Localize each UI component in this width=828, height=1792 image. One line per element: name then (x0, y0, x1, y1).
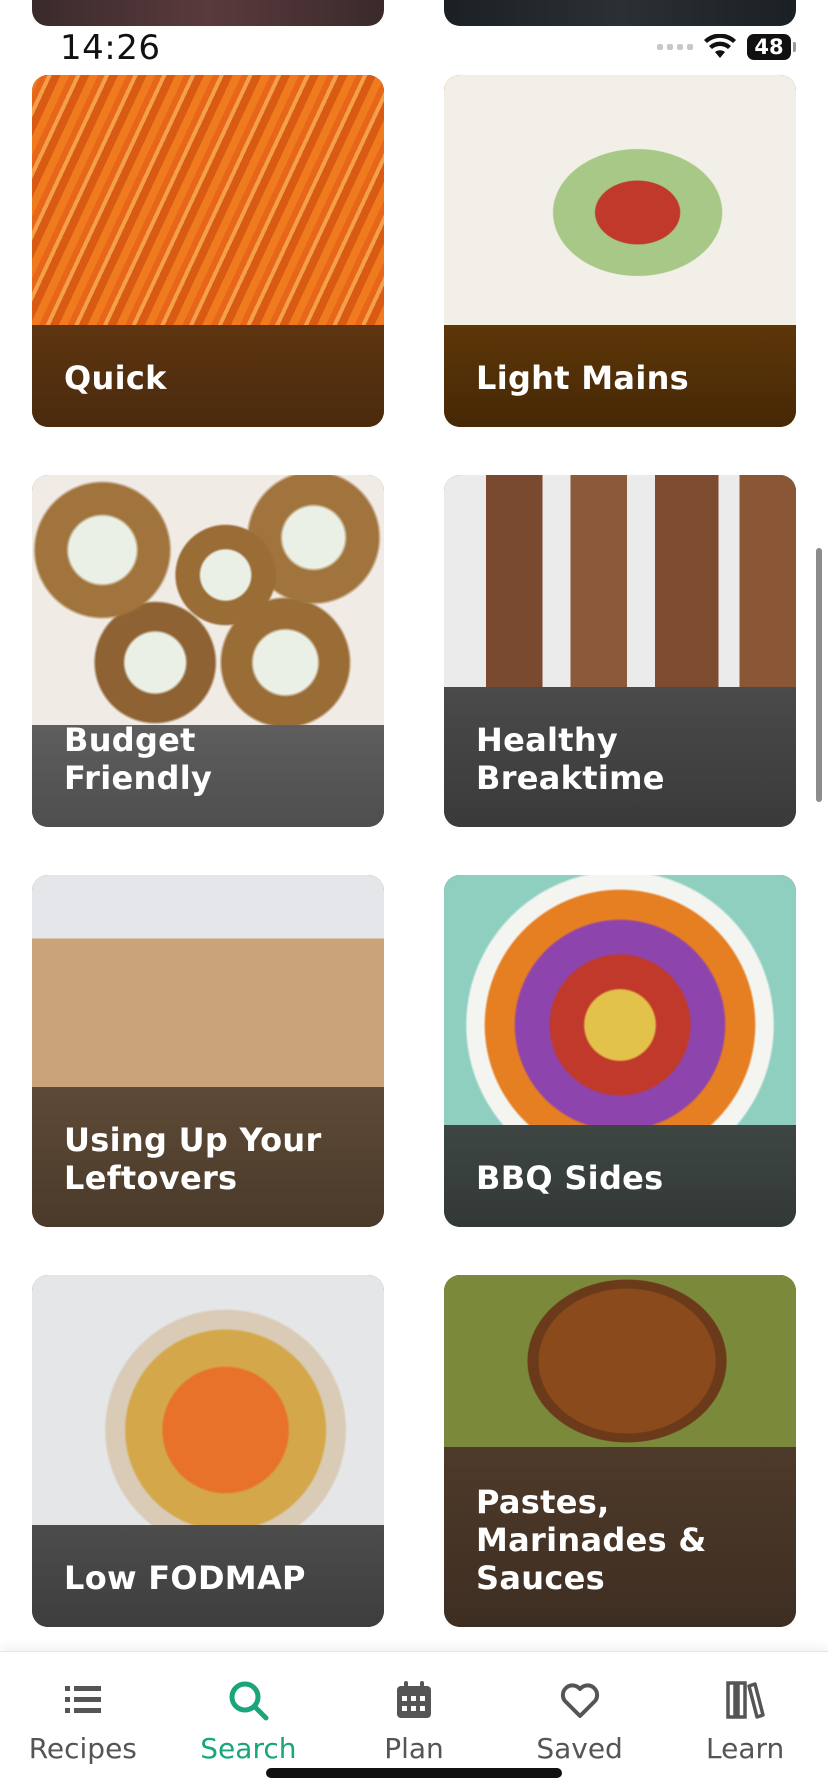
status-icons: 48 (657, 34, 796, 60)
category-image-hasselback-potatoes (32, 475, 384, 725)
category-tile-quick[interactable]: Quick (32, 75, 384, 427)
category-label-band: Low FODMAP (32, 1525, 384, 1627)
category-label: Using Up Your Leftovers (64, 1121, 322, 1197)
category-tile-pastes-marinades-sauces[interactable]: Pastes, Marinades & Sauces (444, 1275, 796, 1627)
category-label-band: Pastes, Marinades & Sauces (444, 1447, 796, 1627)
books-icon (726, 1681, 765, 1719)
category-tile-budget-friendly[interactable]: Budget Friendly (32, 475, 384, 827)
battery-icon: 48 (747, 34, 791, 60)
home-indicator[interactable] (266, 1768, 562, 1778)
category-image-sauce-bowl (444, 1275, 796, 1447)
category-tile-light-mains[interactable]: Light Mains (444, 75, 796, 427)
status-time: 14:26 (60, 28, 161, 68)
calendar-icon (396, 1681, 431, 1718)
category-label: Budget Friendly (64, 721, 213, 797)
category-label: BBQ Sides (476, 1159, 664, 1197)
tab-recipes[interactable]: Recipes (0, 1652, 166, 1792)
wifi-icon (704, 34, 736, 58)
status-bar: 14:26 48 (0, 0, 828, 72)
scrollbar[interactable] (816, 548, 822, 802)
tab-label: Search (200, 1732, 297, 1765)
tab-label: Learn (706, 1732, 785, 1765)
tab-label: Plan (384, 1732, 444, 1765)
list-icon (64, 1686, 101, 1713)
search-icon (229, 1681, 269, 1721)
category-label: Quick (64, 359, 167, 397)
category-tile-healthy-breaktime[interactable]: Healthy Breaktime (444, 475, 796, 827)
category-image-carrots (32, 75, 384, 325)
category-tile-bbq-sides[interactable]: BBQ Sides (444, 875, 796, 1227)
category-label-band: BBQ Sides (444, 1125, 796, 1227)
category-label-band: Using Up Your Leftovers (32, 1087, 384, 1227)
category-label: Light Mains (476, 359, 690, 397)
category-label: Healthy Breaktime (476, 721, 665, 797)
category-image-nut-bars (444, 475, 796, 687)
category-image-prawn-soup (32, 1275, 384, 1525)
category-image-slaw-bowl (444, 875, 796, 1125)
battery-tip (793, 42, 796, 52)
tab-label: Recipes (28, 1732, 137, 1765)
category-label-band: Budget Friendly (32, 721, 384, 827)
category-label-band: Quick (32, 325, 384, 427)
category-label: Low FODMAP (64, 1559, 306, 1597)
category-tile-using-up-your-leftovers[interactable]: Using Up Your Leftovers (32, 875, 384, 1227)
category-image-jar-and-pot (32, 875, 384, 1087)
tab-label: Saved (536, 1732, 623, 1765)
heart-icon (560, 1683, 599, 1718)
category-image-tomatoes-on-dip (444, 75, 796, 325)
category-label: Pastes, Marinades & Sauces (476, 1483, 707, 1597)
category-tile-low-fodmap[interactable]: Low FODMAP (32, 1275, 384, 1627)
tab-learn[interactable]: Learn (662, 1652, 828, 1792)
cellular-signal-icon (657, 44, 693, 50)
category-label-band: Light Mains (444, 325, 796, 427)
category-label-band: Healthy Breaktime (444, 687, 796, 827)
